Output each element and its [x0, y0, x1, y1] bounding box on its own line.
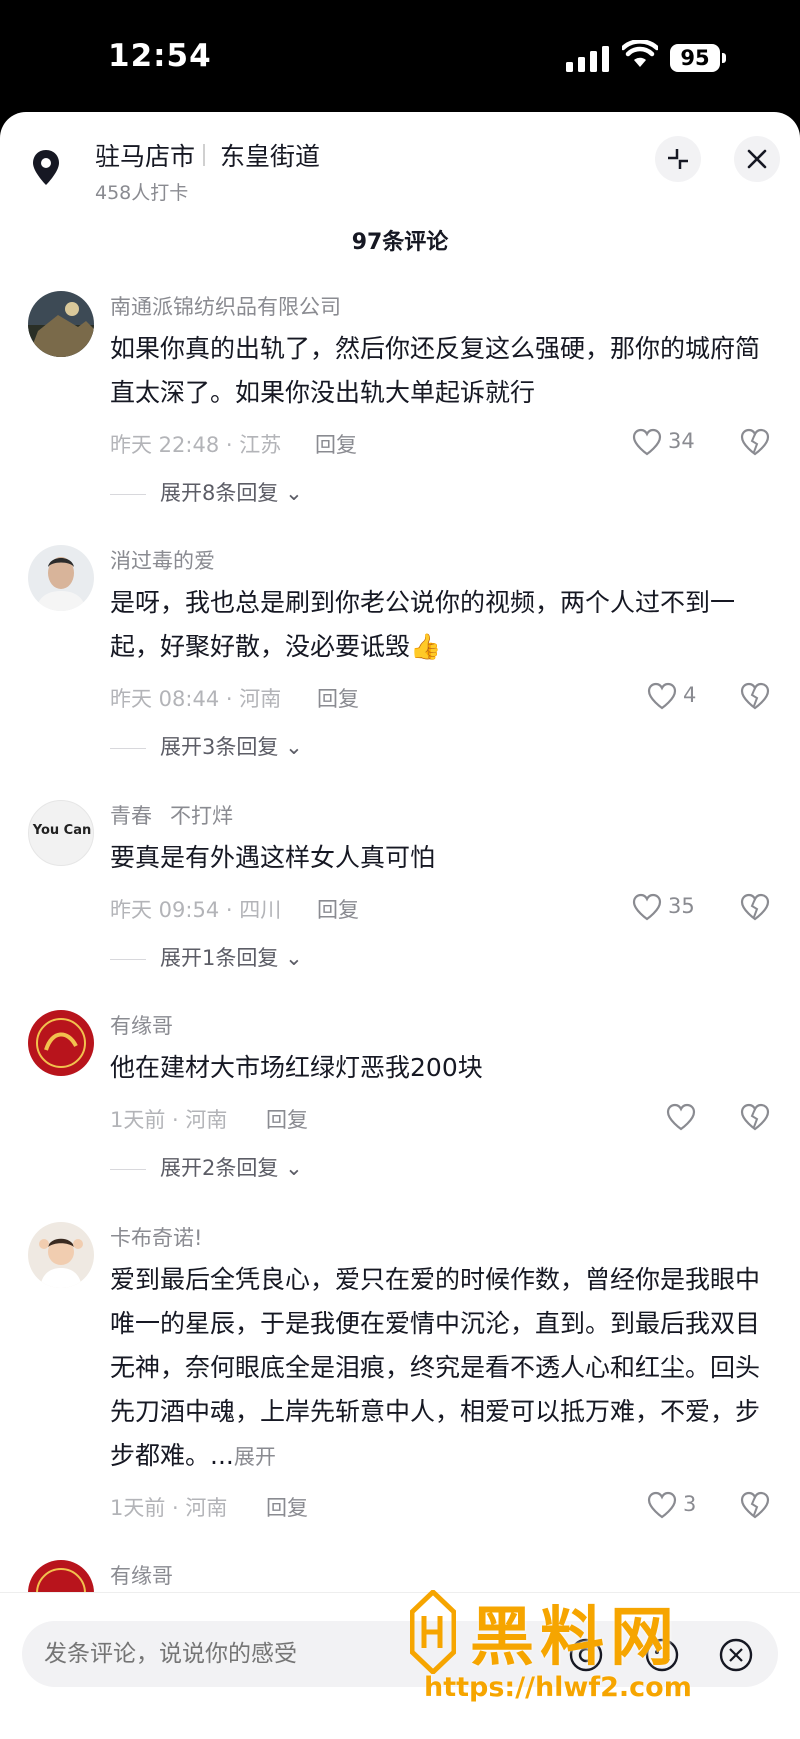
watermark-url: https://hlwf2.com	[424, 1672, 692, 1703]
chevron-down-icon: ⌄	[285, 946, 303, 970]
chevron-down-icon: ⌄	[285, 1156, 303, 1180]
heart-icon[interactable]	[666, 1103, 696, 1131]
expand-replies-button[interactable]: 展开2条回复 ⌄	[110, 1152, 303, 1182]
avatar[interactable]	[28, 1010, 94, 1076]
comments-sheet: 驻马店市 东皇街道 458人打卡 97条评论 南通派锦纺织品有限公司 如果你真的…	[0, 112, 800, 1739]
username[interactable]: 有缘哥	[110, 1010, 173, 1040]
heart-icon[interactable]	[647, 682, 677, 710]
username[interactable]: 消过毒的爱	[110, 545, 215, 575]
avatar-image	[28, 1222, 94, 1288]
comment-text: 要真是有外遇这样女人真可怕	[110, 843, 436, 872]
heart-icon[interactable]	[632, 893, 662, 921]
heart-icon[interactable]	[647, 1491, 677, 1519]
username[interactable]: 卡布奇诺!	[110, 1222, 202, 1252]
comment-count: 97条评论	[351, 230, 449, 255]
avatar-image	[28, 291, 94, 357]
comment-item: You Can 青春 不打烊 要真是有外遇这样女人真可怕 昨天 09:54 · 四…	[0, 800, 800, 970]
broken-heart-icon[interactable]	[740, 428, 770, 456]
reply-button[interactable]: 回复	[266, 1104, 308, 1134]
status-bar: 12:54 95	[0, 0, 800, 112]
comment-item: 南通派锦纺织品有限公司 如果你真的出轨了，然后你还反复这么强硬，那你的城府简直太…	[0, 291, 800, 505]
checkin-count: 458人打卡	[95, 182, 189, 204]
expand-replies-button[interactable]: 展开3条回复 ⌄	[110, 731, 303, 761]
location-header: 驻马店市 东皇街道 458人打卡	[0, 112, 800, 222]
comment-meta: 昨天 22:48 · 江苏	[110, 433, 282, 457]
replies-divider	[110, 747, 146, 749]
comment-text: 他在建材大市场红绿灯恶我200块	[110, 1053, 483, 1082]
status-time: 12:54	[108, 38, 212, 74]
watermark-logo-icon	[410, 1590, 456, 1674]
expand-replies-label: 展开8条回复	[160, 481, 279, 505]
username[interactable]: 青春 不打烊	[110, 800, 233, 830]
collapse-button[interactable]	[655, 136, 701, 182]
reply-button[interactable]: 回复	[315, 429, 357, 459]
expand-replies-label: 展开2条回复	[160, 1156, 279, 1180]
battery-indicator: 95	[670, 44, 720, 72]
avatar[interactable]	[28, 545, 94, 611]
battery-tip	[722, 53, 726, 63]
username-main: 青春	[110, 804, 152, 828]
broken-heart-icon[interactable]	[740, 1491, 770, 1519]
comment-text: 爱到最后全凭良心，爱只在爱的时候作数，曾经你是我眼中唯一的星辰，于是我便在爱情中…	[110, 1258, 760, 1479]
like-count: 34	[668, 429, 695, 453]
chevron-down-icon: ⌄	[285, 735, 303, 759]
avatar-text: You Can	[32, 823, 92, 838]
collapse-icon	[668, 149, 688, 169]
like-count: 3	[683, 1492, 697, 1516]
avatar-image	[28, 1010, 94, 1076]
reply-button[interactable]: 回复	[266, 1492, 308, 1522]
expand-replies-label: 展开1条回复	[160, 946, 279, 970]
close-icon	[747, 149, 767, 169]
location-pin-icon	[33, 150, 59, 185]
comment-item: 有缘哥 他在建材大市场红绿灯恶我200块 1天前 · 河南 回复 展开2条回复 …	[0, 1010, 800, 1180]
location-divider	[203, 144, 205, 166]
comment-item: 消过毒的爱 是呀，我也总是刷到你老公说你的视频，两个人过不到一起，好聚好散，没必…	[0, 545, 800, 759]
replies-divider	[110, 493, 146, 495]
location-street[interactable]: 东皇街道	[220, 137, 320, 173]
broken-heart-icon[interactable]	[740, 682, 770, 710]
avatar[interactable]	[28, 1222, 94, 1288]
replies-divider	[110, 958, 146, 960]
avatar[interactable]	[28, 291, 94, 357]
broken-heart-icon[interactable]	[740, 1103, 770, 1131]
comment-meta: 昨天 09:54 · 四川	[110, 898, 282, 922]
comment-text-body: 爱到最后全凭良心，爱只在爱的时候作数，曾经你是我眼中唯一的星辰，于是我便在爱情中…	[110, 1265, 761, 1470]
like-count: 35	[668, 894, 695, 918]
reply-button[interactable]: 回复	[317, 894, 359, 924]
expand-text-button[interactable]: 展开	[234, 1445, 276, 1469]
comment-text: 如果你真的出轨了，然后你还反复这么强硬，那你的城府简直太深了。如果你没出轨大单起…	[110, 334, 761, 407]
avatar[interactable]: You Can	[28, 800, 94, 866]
comment-item: 卡布奇诺! 爱到最后全凭良心，爱只在爱的时候作数，曾经你是我眼中唯一的星辰，于是…	[0, 1222, 800, 1522]
wifi-icon	[622, 40, 658, 67]
chevron-down-icon: ⌄	[285, 481, 303, 505]
replies-divider	[110, 1168, 146, 1170]
username[interactable]: 有缘哥	[110, 1560, 173, 1590]
reply-button[interactable]: 回复	[317, 683, 359, 713]
close-button[interactable]	[734, 136, 780, 182]
username-extra: 不打烊	[170, 804, 233, 828]
location-name[interactable]: 驻马店市	[95, 137, 195, 173]
username[interactable]: 南通派锦纺织品有限公司	[110, 291, 341, 321]
comment-input-bar	[0, 1592, 800, 1739]
comment-meta: 昨天 08:44 · 河南	[110, 687, 282, 711]
comment-meta: 1天前 · 河南	[110, 1496, 228, 1520]
expand-replies-button[interactable]: 展开1条回复 ⌄	[110, 942, 303, 972]
like-count: 4	[683, 683, 697, 707]
expand-replies-button[interactable]: 展开8条回复 ⌄	[110, 477, 303, 507]
heart-icon[interactable]	[632, 428, 662, 456]
signal-icon	[566, 46, 609, 72]
expand-replies-label: 展开3条回复	[160, 735, 279, 759]
comment-meta: 1天前 · 河南	[110, 1108, 228, 1132]
broken-heart-icon[interactable]	[740, 893, 770, 921]
watermark-title: 黑料网	[470, 1601, 680, 1675]
comment-text: 是呀，我也总是刷到你老公说你的视频，两个人过不到一起，好聚好散，没必要诋毁👍	[110, 588, 736, 661]
image-icon[interactable]	[718, 1637, 754, 1673]
avatar-image	[28, 545, 94, 611]
